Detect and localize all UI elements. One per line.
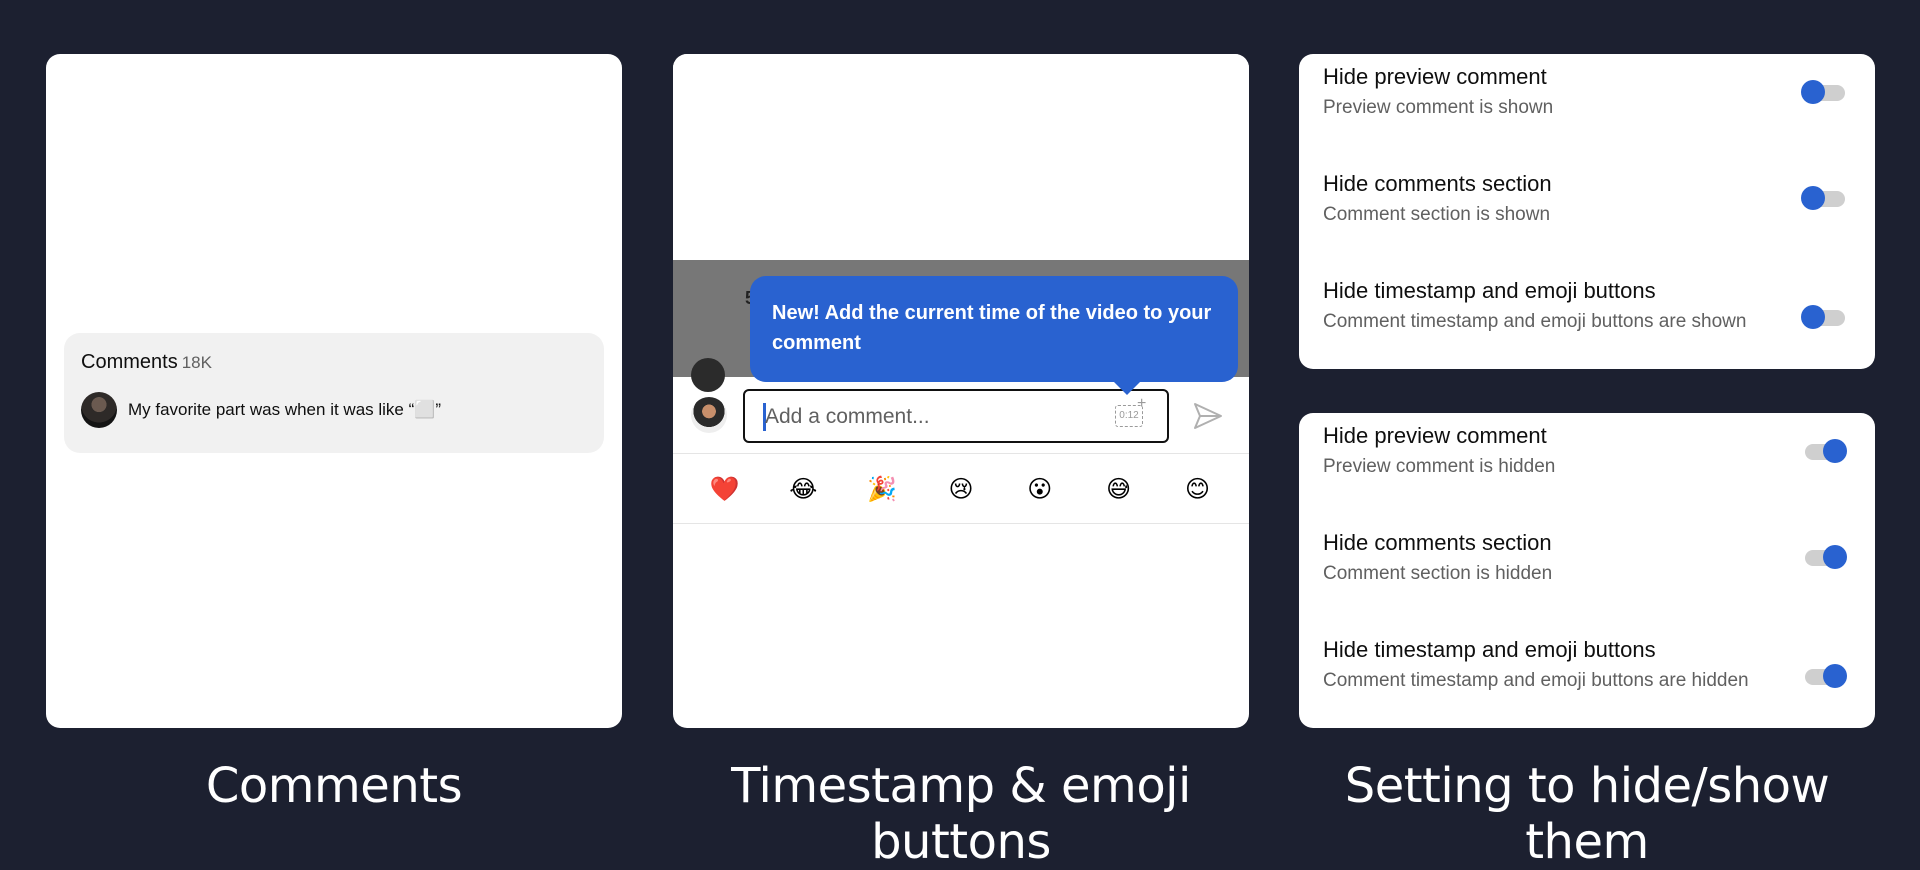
emoji-cry-button[interactable]: 😢 [941, 475, 981, 503]
toggle-switch[interactable] [1801, 80, 1847, 104]
emoji-sweat-smile-button[interactable]: 😅 [1099, 475, 1139, 503]
setting-subtitle: Comment section is shown [1323, 204, 1551, 225]
comment-text: My favorite part was when it was like “⬜… [128, 400, 442, 419]
setting-subtitle: Comment section is hidden [1323, 563, 1553, 584]
plus-icon: + [1137, 395, 1147, 412]
emoji-laugh-button[interactable]: 😂 [783, 475, 823, 503]
setting-subtitle: Preview comment is hidden [1323, 456, 1556, 477]
toggle-switch[interactable] [1801, 439, 1847, 463]
emoji-party-button[interactable]: 🎉 [862, 475, 902, 503]
timestamp-panel: 5 Add a comment... 0:12 + ❤️ 😂 🎉 😢 😮 😅 😊… [673, 54, 1249, 728]
avatar [81, 392, 117, 428]
user-avatar [691, 397, 727, 433]
caption-comments: Comments [205, 758, 463, 814]
emoji-smile-button[interactable]: 😊 [1177, 475, 1217, 503]
timestamp-icon-label: 0:12 [1119, 410, 1139, 421]
setting-hide-comments-section[interactable]: Hide comments section Comment section is… [1323, 530, 1843, 586]
video-area [673, 54, 1249, 260]
toggle-knob [1823, 664, 1847, 688]
toggle-knob [1801, 305, 1825, 329]
toggle-knob [1823, 439, 1847, 463]
comments-count: 18K [181, 353, 212, 372]
settings-card-shown: Hide preview comment Preview comment is … [1299, 54, 1875, 369]
setting-hide-timestamp-emoji[interactable]: Hide timestamp and emoji buttons Comment… [1323, 637, 1843, 693]
setting-title: Hide comments section [1323, 171, 1552, 196]
comments-panel: Comments 18K My favorite part was when it… [46, 54, 622, 728]
tooltip-pointer [1113, 381, 1141, 395]
preview-comment: My favorite part was when it was like “⬜… [81, 392, 441, 428]
settings-card-hidden: Hide preview comment Preview comment is … [1299, 413, 1875, 728]
setting-subtitle: Preview comment is shown [1323, 97, 1554, 118]
comments-preview-card[interactable]: Comments 18K My favorite part was when it… [64, 333, 604, 453]
toggle-switch[interactable] [1801, 664, 1847, 688]
toggle-knob [1801, 80, 1825, 104]
setting-title: Hide preview comment [1323, 423, 1547, 448]
setting-title: Hide comments section [1323, 530, 1552, 555]
tooltip-text: New! Add the current time of the video t… [772, 302, 1212, 354]
toggle-knob [1823, 545, 1847, 569]
comments-label: Comments [81, 351, 178, 373]
emoji-surprised-button[interactable]: 😮 [1020, 475, 1060, 503]
setting-hide-preview-comment[interactable]: Hide preview comment Preview comment is … [1323, 64, 1843, 120]
setting-hide-comments-section[interactable]: Hide comments section Comment section is… [1323, 171, 1843, 227]
setting-title: Hide timestamp and emoji buttons [1323, 637, 1656, 662]
setting-hide-preview-comment[interactable]: Hide preview comment Preview comment is … [1323, 423, 1843, 479]
comment-input[interactable]: Add a comment... 0:12 + [743, 389, 1169, 443]
comments-header: Comments 18K [81, 351, 212, 374]
new-feature-tooltip: New! Add the current time of the video t… [750, 276, 1238, 382]
toggle-switch[interactable] [1801, 305, 1847, 329]
send-icon[interactable] [1193, 402, 1223, 430]
setting-subtitle: Comment timestamp and emoji buttons are … [1323, 670, 1749, 691]
comment-input-placeholder: Add a comment... [765, 405, 930, 428]
toggle-knob [1801, 186, 1825, 210]
setting-subtitle: Comment timestamp and emoji buttons are … [1323, 311, 1747, 332]
setting-hide-timestamp-emoji[interactable]: Hide timestamp and emoji buttons Comment… [1323, 278, 1843, 334]
setting-title: Hide timestamp and emoji buttons [1323, 278, 1656, 303]
toggle-switch[interactable] [1801, 545, 1847, 569]
comment-input-row: Add a comment... 0:12 + [673, 377, 1249, 454]
caption-settings: Setting to hide/show them [1344, 758, 1830, 870]
emoji-buttons: ❤️ 😂 🎉 😢 😮 😅 😊 [673, 454, 1249, 524]
caption-timestamp: Timestamp & emoji buttons [731, 758, 1191, 870]
toggle-switch[interactable] [1801, 186, 1847, 210]
emoji-heart-button[interactable]: ❤️ [704, 475, 744, 503]
setting-title: Hide preview comment [1323, 64, 1547, 89]
